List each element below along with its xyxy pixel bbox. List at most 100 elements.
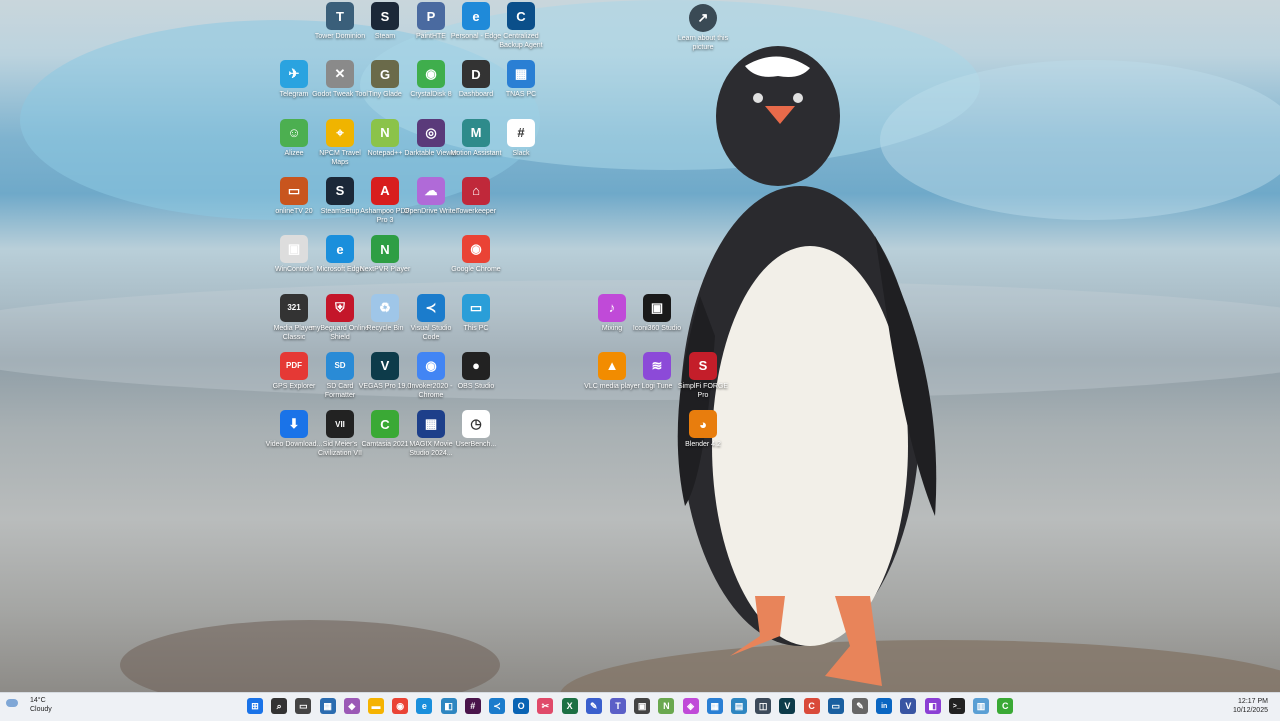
app-icon: 321 bbox=[280, 293, 308, 322]
app-icon: SD bbox=[326, 351, 354, 380]
task-view-button[interactable]: ▭ bbox=[295, 698, 312, 714]
slack-button[interactable]: # bbox=[464, 698, 481, 714]
app-icon: S bbox=[689, 351, 717, 380]
start-button[interactable]: ⊞ bbox=[247, 698, 263, 714]
desktop-icon[interactable]: ◉ Google Chrome bbox=[447, 235, 505, 293]
camtasia-button[interactable]: C bbox=[997, 698, 1014, 714]
app-icon: ▦ bbox=[417, 410, 445, 439]
cloud-icon bbox=[6, 699, 18, 707]
app-icon: C bbox=[371, 410, 399, 439]
app-icon: ▦ bbox=[507, 60, 535, 89]
app-button-6[interactable]: ▤ bbox=[731, 698, 747, 714]
desktop-icon[interactable]: ⌂ Towerkeeper bbox=[447, 176, 505, 235]
app-icon: ⬇ bbox=[280, 410, 308, 439]
app-button-3[interactable]: ▣ bbox=[634, 698, 651, 714]
app-icon: S bbox=[326, 176, 354, 205]
system-clock[interactable]: 12:17 PM 10/12/2025 bbox=[1233, 697, 1268, 715]
desktop-icon[interactable]: ▦ TNAS PC bbox=[492, 60, 550, 118]
vscode-button[interactable]: ≺ bbox=[489, 698, 505, 714]
app-button-5[interactable]: ▦ bbox=[706, 698, 723, 714]
app-icon: ⛨ bbox=[326, 293, 354, 322]
app-button-2[interactable]: ✎ bbox=[585, 698, 602, 714]
desktop-icon[interactable]: ◷ UserBench... bbox=[447, 410, 505, 468]
notepad-plus-button[interactable]: N bbox=[658, 698, 675, 714]
app-icon: ⌖ bbox=[326, 118, 354, 147]
desktop-icon[interactable]: ◕ Blender 4.2 bbox=[674, 410, 732, 468]
desktop-wallpaper: ↗ Learn about this picture T Tower Domini… bbox=[0, 0, 1280, 692]
app-icon: e bbox=[462, 2, 490, 30]
app-icon: M bbox=[462, 118, 490, 147]
desktop-icon-label: Towerkeeper bbox=[455, 207, 497, 215]
weather-widget[interactable]: 14°C Cloudy bbox=[6, 696, 52, 714]
search-button[interactable]: ⌕ bbox=[271, 698, 288, 714]
desktop-icon[interactable]: S SimplFi FORGE Pro bbox=[674, 351, 732, 410]
file-explorer-button[interactable]: ▬ bbox=[368, 698, 384, 714]
desktop-icon[interactable]: C Centralized Backup Agent bbox=[492, 2, 550, 60]
app-icon: A bbox=[371, 176, 399, 205]
desktop-icon-label: NextPVR Player bbox=[359, 266, 411, 274]
snipping-tool-button[interactable]: ✂ bbox=[537, 698, 554, 714]
desktop-icon-label: OBS Studio bbox=[457, 382, 495, 390]
desktop-icon[interactable]: # Slack bbox=[492, 118, 550, 177]
terminal-button[interactable]: >_ bbox=[948, 698, 965, 714]
app-button-10[interactable]: ◧ bbox=[924, 698, 941, 714]
app-icon: ▭ bbox=[462, 293, 490, 322]
app-button-9[interactable]: ✎ bbox=[852, 698, 868, 714]
taskbar: 14°C Cloudy ⊞ ⌕ ▭ ▦ ◆ ▬ ◉ e ◧ # ≺ O ✂ X ✎ T ▣ N ◈ ▦ ▤ ◫ V C ▭ ✎ in… bbox=[0, 692, 1280, 721]
teams-button[interactable]: T bbox=[610, 698, 626, 714]
app-icon: V bbox=[371, 351, 399, 380]
app-icon: ▭ bbox=[280, 176, 308, 205]
app-button-4[interactable]: ◈ bbox=[682, 698, 699, 714]
info-icon: ↗ bbox=[689, 4, 717, 32]
excel-button[interactable]: X bbox=[561, 698, 578, 714]
app-icon: # bbox=[507, 118, 535, 147]
app-icon: ☁ bbox=[417, 176, 445, 205]
app-icon: VII bbox=[326, 410, 354, 439]
visio-button[interactable]: V bbox=[900, 698, 917, 714]
desktop-icon[interactable]: N NextPVR Player bbox=[356, 235, 414, 293]
weather-temp: 14°C bbox=[30, 697, 46, 704]
app-button-1[interactable]: ◧ bbox=[440, 698, 457, 714]
app-icon: ◉ bbox=[462, 235, 490, 264]
app-icon: ✈ bbox=[280, 60, 308, 89]
edge-button[interactable]: e bbox=[416, 698, 433, 714]
desktop-icon-label: Google Chrome bbox=[451, 266, 501, 274]
outlook-button[interactable]: O bbox=[513, 698, 530, 714]
desktop-icon[interactable]: ▣ Iconi360 Studio bbox=[628, 293, 686, 352]
desktop-icon[interactable]: ● OBS Studio bbox=[447, 351, 505, 410]
app-icon: G bbox=[371, 60, 399, 89]
vegas-button[interactable]: V bbox=[779, 698, 796, 714]
app-icon: ● bbox=[462, 351, 490, 380]
app-icon: ◉ bbox=[417, 351, 445, 380]
learn-about-picture-button[interactable]: ↗ Learn about this picture bbox=[674, 4, 732, 62]
app-icon: ▣ bbox=[643, 293, 671, 322]
widgets-button[interactable]: ▦ bbox=[319, 698, 336, 714]
app-button-7[interactable]: ◫ bbox=[755, 698, 772, 714]
chrome-button[interactable]: ◉ bbox=[392, 698, 409, 714]
app-button-8[interactable]: ▭ bbox=[827, 698, 844, 714]
app-icon: PDF bbox=[280, 351, 308, 380]
desktop-icon-label: Blender 4.2 bbox=[685, 441, 721, 449]
clock-date: 10/12/2025 bbox=[1232, 707, 1268, 714]
desktop-icon-label: UserBench... bbox=[455, 441, 497, 449]
app-icon: ◕ bbox=[689, 410, 717, 439]
app-icon: ◎ bbox=[417, 118, 445, 147]
app-icon: N bbox=[371, 235, 399, 264]
app-icon: D bbox=[462, 60, 490, 89]
rock-shape bbox=[120, 620, 500, 692]
app-button-11[interactable]: ▥ bbox=[973, 698, 989, 714]
app-icon: P bbox=[417, 2, 445, 30]
copilot-button[interactable]: ◆ bbox=[343, 698, 360, 714]
desktop-icon-label: Centralized Backup Agent bbox=[499, 33, 543, 49]
app-icon: C bbox=[507, 2, 535, 30]
desktop-icon[interactable]: ▭ This PC bbox=[447, 293, 505, 352]
app-icon: ✕ bbox=[326, 60, 354, 89]
app-icon: T bbox=[326, 2, 354, 30]
app-icon: ▣ bbox=[280, 235, 308, 264]
app-icon: N bbox=[371, 118, 399, 147]
learn-about-picture-label: Learn about this picture bbox=[677, 35, 729, 51]
app-icon: ▲ bbox=[598, 351, 626, 380]
camtasia-red-button[interactable]: C bbox=[803, 698, 820, 714]
app-icon: ◷ bbox=[462, 410, 490, 439]
linkedin-button[interactable]: in bbox=[876, 698, 893, 714]
